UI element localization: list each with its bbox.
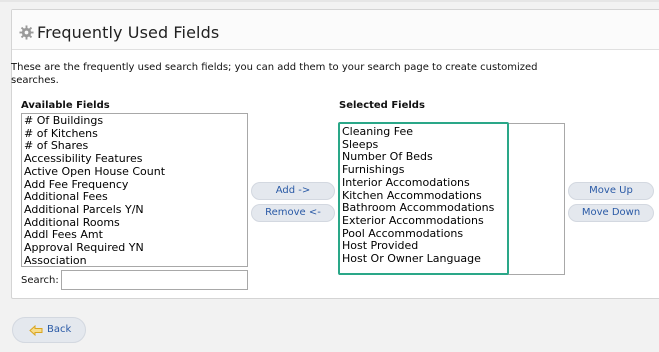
available-field-option[interactable]: Association [24, 254, 245, 266]
search-input[interactable] [61, 270, 248, 290]
arrow-left-icon [29, 325, 43, 336]
remove-button[interactable]: Remove <- [251, 204, 335, 222]
selected-field-option[interactable]: Furnishings [342, 163, 505, 177]
selected-fields-label: Selected Fields [339, 100, 425, 111]
search-label: Search: [21, 275, 59, 286]
move-up-button[interactable]: Move Up [568, 182, 654, 200]
available-fields-label: Available Fields [21, 100, 110, 111]
available-field-option[interactable]: Additional Parcels Y/N [24, 203, 245, 217]
back-label: Back [47, 324, 72, 335]
move-down-button[interactable]: Move Down [568, 204, 654, 222]
selected-field-option[interactable]: Interior Accomodations [342, 176, 505, 190]
available-field-option[interactable]: Approval Required YN [24, 241, 245, 255]
available-field-option[interactable]: # Of Buildings [24, 114, 245, 128]
panel-description: These are the frequently used search fie… [11, 62, 538, 86]
selected-field-option[interactable]: Host Or Owner Language [342, 252, 505, 266]
available-fields-list[interactable]: # Of Buildings # of Kitchens # of Shares Ac… [21, 113, 248, 267]
back-button[interactable]: Back [12, 317, 86, 343]
panel-title: Frequently Used Fields [37, 23, 220, 42]
panel-header: Frequently Used Fields [12, 10, 659, 50]
selected-field-option[interactable]: Cleaning Fee [342, 125, 505, 139]
top-divider [0, 0, 659, 2]
available-field-option[interactable]: Accessibility Features [24, 152, 245, 166]
add-button[interactable]: Add -> [251, 182, 335, 200]
gear-icon [19, 25, 34, 40]
selected-field-option[interactable]: Exterior Accommodations [342, 214, 505, 228]
available-field-option[interactable]: Active Open House Count [24, 165, 245, 179]
selected-fields-list[interactable]: Cleaning Fee Sleeps Number Of Beds Furnishi… [338, 122, 509, 275]
